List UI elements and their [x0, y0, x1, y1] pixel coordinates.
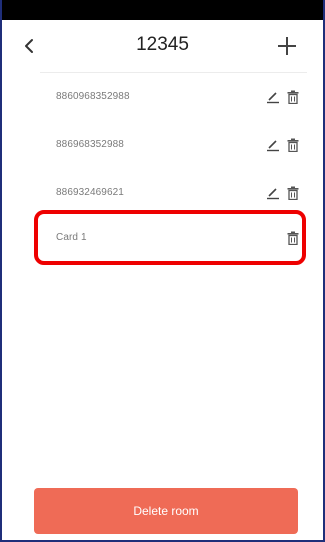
delete-button[interactable] — [282, 86, 304, 108]
list-item[interactable]: 8860968352988 — [0, 73, 325, 121]
trash-icon — [287, 186, 299, 200]
card-list: 8860968352988 886968352988 886932469621 — [0, 73, 325, 217]
back-button[interactable] — [14, 30, 44, 62]
header: 12345 — [0, 20, 325, 72]
pencil-icon — [267, 92, 279, 104]
delete-room-button[interactable]: Delete room — [34, 488, 298, 534]
edit-button[interactable] — [262, 134, 284, 156]
list-item[interactable]: 886968352988 — [0, 121, 325, 169]
pencil-icon — [267, 188, 279, 200]
delete-button[interactable] — [282, 134, 304, 156]
trash-icon — [287, 90, 299, 104]
highlight-box — [34, 210, 306, 265]
card-label: 886968352988 — [56, 139, 124, 150]
trash-icon — [287, 138, 299, 152]
add-card-button[interactable] — [271, 30, 303, 62]
edit-button[interactable] — [262, 182, 284, 204]
plus-icon — [278, 37, 296, 55]
pencil-icon — [267, 140, 279, 152]
card-label: 8860968352988 — [56, 91, 130, 102]
status-bar — [0, 0, 325, 20]
page-title: 12345 — [136, 34, 189, 55]
card-label: 886932469621 — [56, 187, 124, 198]
chevron-left-icon — [25, 39, 33, 53]
delete-button[interactable] — [282, 182, 304, 204]
edit-button[interactable] — [262, 86, 284, 108]
